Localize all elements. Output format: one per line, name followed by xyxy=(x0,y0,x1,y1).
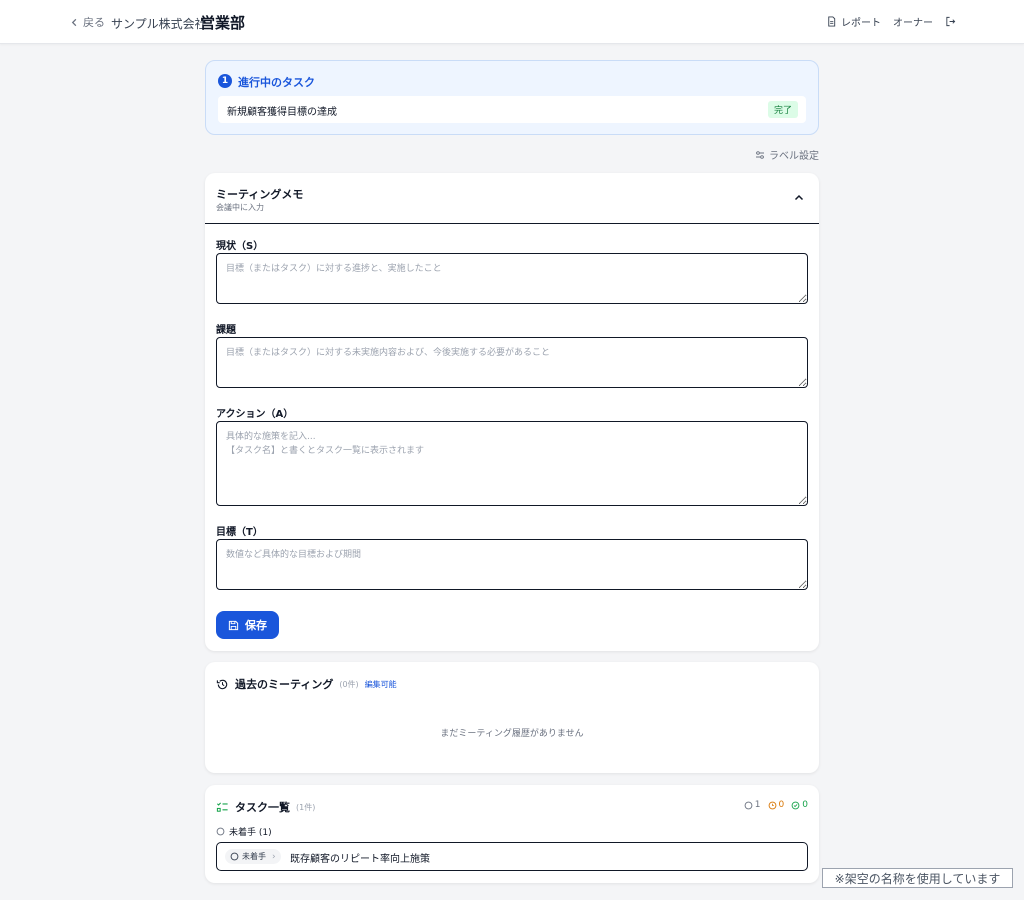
report-link[interactable]: レポート xyxy=(826,14,881,29)
label-setting-button[interactable]: ラベル設定 xyxy=(755,147,819,162)
task-status-pill[interactable]: 未着手 › xyxy=(225,849,281,864)
empty-state-message: まだミーティング履歴がありません xyxy=(440,729,584,739)
chevron-up-icon[interactable] xyxy=(794,193,804,203)
past-meetings-count: (0件) xyxy=(339,679,359,689)
save-icon xyxy=(228,620,239,630)
status-field[interactable] xyxy=(216,253,808,304)
page-title: 営業部 xyxy=(200,14,246,32)
fictional-names-notice: ※架空の名称を使用しています xyxy=(822,868,1013,888)
document-icon xyxy=(828,16,836,27)
clock-icon xyxy=(768,801,776,809)
settings-sliders-icon xyxy=(756,150,764,159)
past-meetings-card: 過去のミーティング (0件) 編集可能 まだミーティング履歴がありません xyxy=(205,662,819,773)
save-label: 保存 xyxy=(245,619,267,632)
task-list-card: タスク一覧 (1件) 1 0 0 未着手 (1) 未着手 › 既存顧客のリピート… xyxy=(205,785,819,883)
back-link[interactable]: 戻る xyxy=(70,14,105,30)
status-field-label: 現状（S） xyxy=(216,241,264,252)
stat-not-started: 1 xyxy=(744,800,761,810)
editable-link[interactable]: 編集可能 xyxy=(365,679,397,690)
current-task-row[interactable]: 新規顧客獲得目標の達成 完了 xyxy=(218,96,806,123)
stat-done: 0 xyxy=(791,800,808,810)
logout-icon xyxy=(946,16,956,27)
history-icon xyxy=(216,679,228,689)
chevron-right-icon: › xyxy=(272,851,276,862)
task-list-title: タスク一覧 xyxy=(235,801,290,814)
status-badge: 完了 xyxy=(767,101,798,118)
label-setting-label: ラベル設定 xyxy=(769,151,819,162)
save-button[interactable]: 保存 xyxy=(216,611,279,639)
stat-in-progress-count: 0 xyxy=(778,800,785,810)
past-meetings-title: 過去のミーティング xyxy=(235,678,334,691)
meeting-memo-title: ミーティングメモ xyxy=(216,188,304,201)
back-label: 戻る xyxy=(83,16,105,29)
chevron-left-icon xyxy=(71,18,77,26)
stat-done-count: 0 xyxy=(802,800,808,810)
group-not-started[interactable]: 未着手 (1) xyxy=(216,825,272,838)
action-field[interactable] xyxy=(216,421,808,506)
task-row[interactable]: 未着手 › 既存顧客のリピート率向上施策 xyxy=(216,842,808,871)
current-task-name: 新規顧客獲得目標の達成 xyxy=(227,107,337,118)
current-task-title: 進行中のタスク xyxy=(238,76,315,89)
owner-link[interactable]: オーナー xyxy=(893,14,933,29)
target-field-label: 目標（T） xyxy=(216,527,263,538)
stat-in-progress: 0 xyxy=(768,800,785,810)
task-name: 既存顧客のリピート率向上施策 xyxy=(290,854,430,865)
check-circle-icon xyxy=(791,801,800,809)
logout-button[interactable] xyxy=(945,16,956,27)
task-list-count: (1件) xyxy=(296,802,316,812)
owner-label: オーナー xyxy=(893,18,933,29)
report-label: レポート xyxy=(841,18,881,29)
meeting-memo-card: ミーティングメモ 会議中に入力 現状（S） 課題 アクション（A） 目標（T） … xyxy=(205,173,819,651)
meeting-memo-subtitle: 会議中に入力 xyxy=(216,203,264,212)
circle-icon xyxy=(216,827,225,836)
checklist-icon xyxy=(216,801,228,812)
issue-field-label: 課題 xyxy=(216,325,236,336)
meeting-memo-header[interactable]: ミーティングメモ 会議中に入力 xyxy=(205,173,819,224)
step-number: 1 xyxy=(218,74,232,88)
issue-field[interactable] xyxy=(216,337,808,388)
task-stats: 1 0 0 xyxy=(744,800,808,810)
stat-not-started-count: 1 xyxy=(754,800,761,810)
company-name: サンプル株式会社 xyxy=(111,17,207,31)
circle-icon xyxy=(230,852,239,861)
target-field[interactable] xyxy=(216,539,808,590)
app-header: 戻る サンプル株式会社 営業部 レポート オーナー xyxy=(0,0,1024,44)
action-field-label: アクション（A） xyxy=(216,409,294,420)
group-label: 未着手 (1) xyxy=(229,828,272,838)
task-status-label: 未着手 xyxy=(242,852,266,861)
current-task-panel: 1 進行中のタスク 新規顧客獲得目標の達成 完了 xyxy=(205,60,819,135)
circle-icon xyxy=(744,801,753,809)
